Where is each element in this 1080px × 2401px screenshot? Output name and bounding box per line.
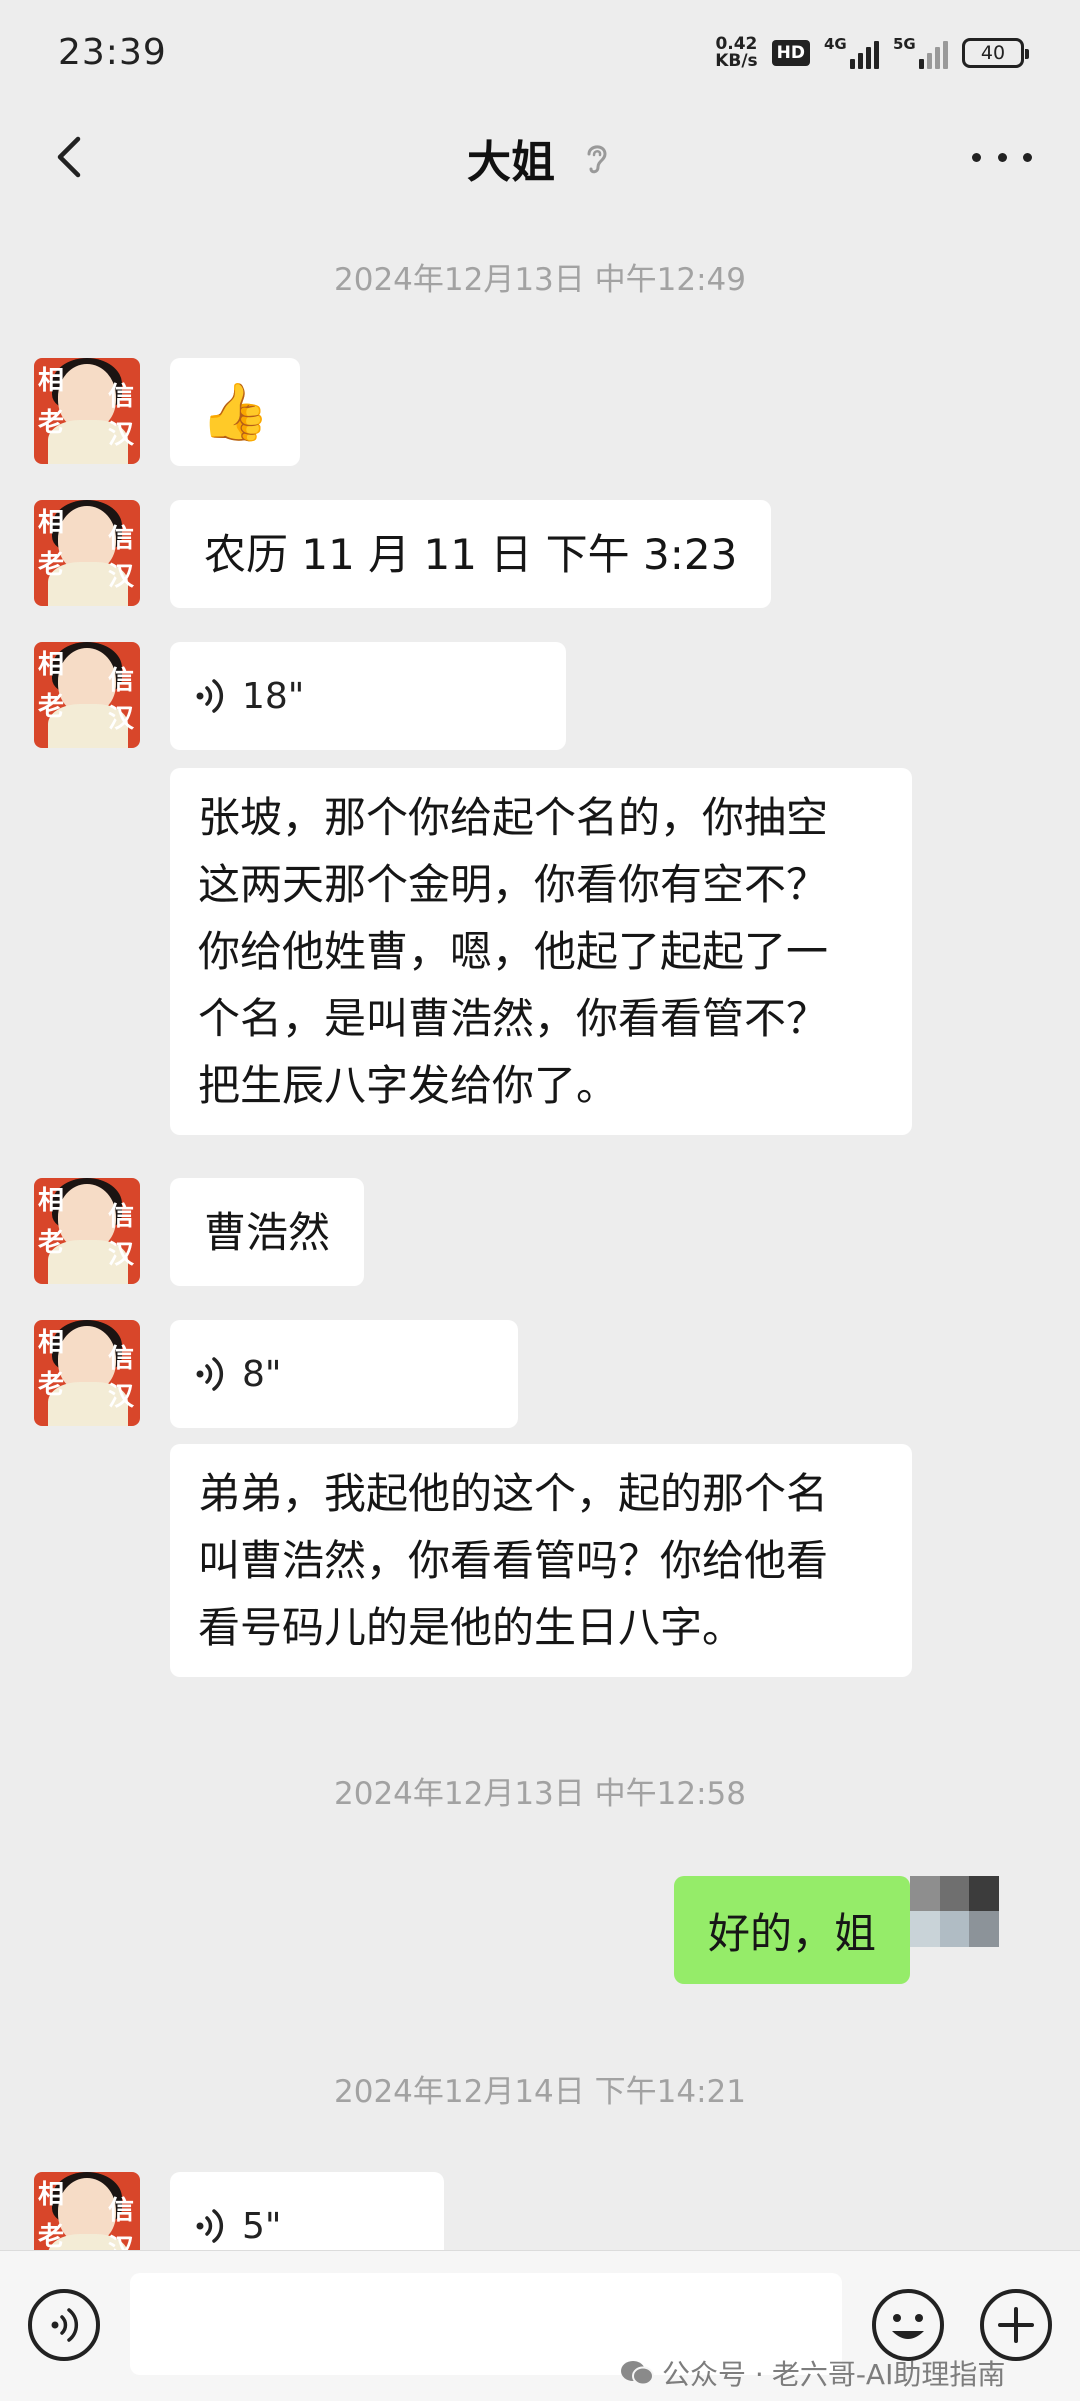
wechat-icon — [621, 2361, 654, 2386]
message-bubble-outgoing[interactable]: 好的，姐 — [673, 1876, 910, 1984]
emoji-button[interactable] — [872, 2289, 944, 2361]
voice-transcript[interactable]: 弟弟，我起他的这个，起的那个名 叫曹浩然，你看看管吗？你给他看 看号码儿的是他的… — [170, 1444, 912, 1677]
message-text: 曹浩然 — [204, 1207, 331, 1257]
status-time: 23:39 — [58, 32, 167, 73]
message-text: 农历 11 月 11 日 下午 3:23 — [204, 529, 738, 579]
status-icons: 0.42 KB/s HD 4G 5G 40 — [715, 33, 1029, 71]
voice-message[interactable]: 5" — [170, 2172, 444, 2250]
input-bar: 公众号 · 老六哥-AI助理指南 — [0, 2250, 1080, 2401]
back-button[interactable] — [40, 127, 100, 187]
message-bubble[interactable]: 农历 11 月 11 日 下午 3:23 — [170, 500, 772, 608]
avatar[interactable]: 相 信 老 汉 — [34, 1320, 140, 1426]
voice-input-icon — [51, 2308, 79, 2342]
avatar[interactable]: 相 信 老 汉 — [34, 1178, 140, 1284]
my-avatar[interactable] — [910, 1876, 1028, 1982]
message-bubble[interactable]: 曹浩然 — [170, 1178, 365, 1286]
status-bar: 23:39 0.42 KB/s HD 4G 5G 40 — [0, 0, 1080, 105]
signal-5g-icon: 5G — [893, 35, 948, 69]
voice-message[interactable]: 18" — [170, 642, 566, 750]
message-bubble[interactable]: 👍 — [170, 358, 300, 466]
avatar[interactable]: 相 信 老 汉 — [34, 358, 140, 464]
net-speed: 0.42 KB/s — [715, 33, 758, 71]
watermark: 公众号 · 老六哥-AI助理指南 — [620, 2353, 1005, 2393]
thumbs-up-emoji: 👍 — [200, 379, 270, 445]
timestamp: 2024年12月13日 中午12:58 — [334, 1776, 746, 1812]
more-button[interactable] — [972, 135, 1032, 179]
ear-icon — [587, 144, 607, 173]
chat-header: 大姐 — [0, 105, 1080, 210]
voice-message[interactable]: 8" — [170, 1320, 518, 1428]
timestamp: 2024年12月13日 中午12:49 — [334, 262, 746, 298]
message-text: 好的，姐 — [707, 1908, 876, 1958]
battery-icon: 40 — [962, 37, 1029, 68]
more-dots-icon — [972, 152, 981, 162]
avatar[interactable]: 相 信 老 汉 — [34, 500, 140, 606]
voice-transcript[interactable]: 张坡，那个你给起个名的，你抽空 这两天那个金明，你看你有空不？ 你给他姓曹，嗯，… — [170, 768, 912, 1135]
voice-duration: 5" — [242, 2205, 282, 2247]
hd-badge: HD — [771, 39, 810, 66]
timestamp: 2024年12月14日 下午14:21 — [334, 2074, 746, 2110]
voice-duration: 18" — [242, 675, 305, 717]
chat-title: 大姐 — [467, 136, 555, 188]
voice-wave-icon — [196, 2209, 224, 2243]
voice-wave-icon — [196, 679, 224, 713]
voice-duration: 8" — [242, 1353, 282, 1395]
message-list[interactable]: 2024年12月13日 中午12:49 相 信 老 汉 👍 相 信 老 汉 农历… — [0, 210, 1080, 2250]
voice-wave-icon — [196, 1357, 224, 1391]
voice-input-button[interactable] — [28, 2289, 100, 2361]
smiley-icon — [892, 2314, 924, 2339]
avatar[interactable]: 相 信 老 汉 — [34, 642, 140, 748]
signal-4g-icon: 4G — [824, 35, 879, 69]
plus-button[interactable] — [980, 2289, 1052, 2361]
plus-icon — [998, 2307, 1034, 2343]
avatar[interactable]: 相 信 老 汉 — [34, 2172, 140, 2250]
